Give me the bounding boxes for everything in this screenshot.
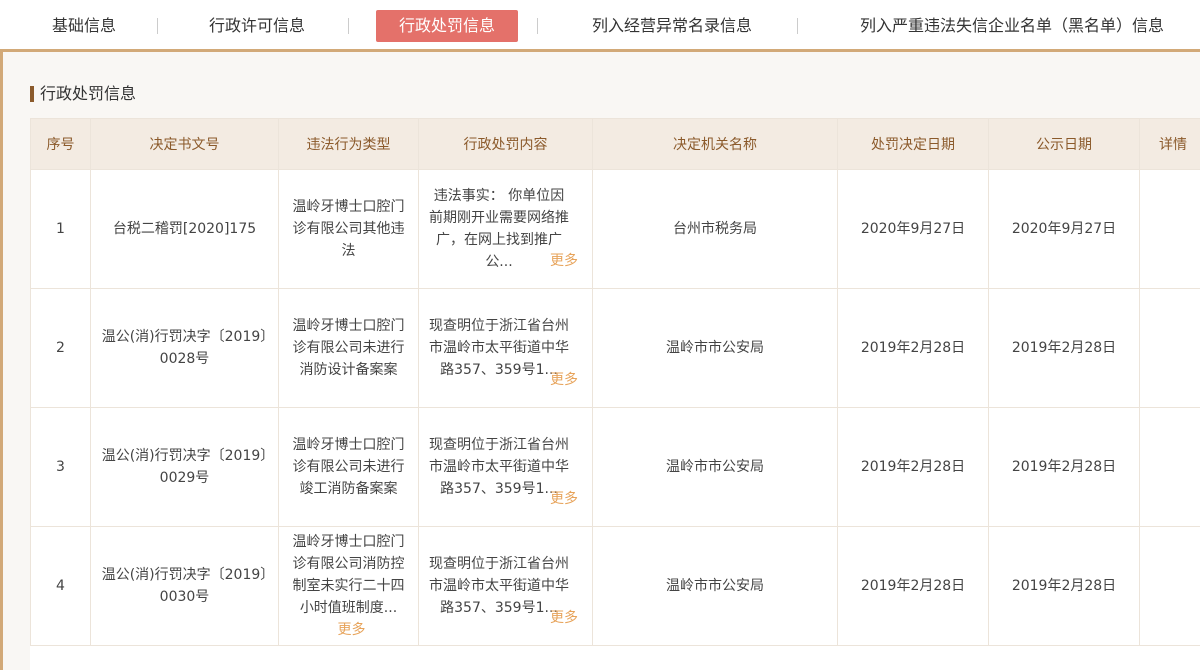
section-title: 行政处罚信息 xyxy=(30,84,136,104)
row-publish-date: 2019年2月28日 xyxy=(988,526,1140,646)
row-decision-date: 2019年2月28日 xyxy=(837,288,989,408)
more-link[interactable]: 更多 xyxy=(550,607,578,629)
tab-separator xyxy=(537,18,538,34)
row-doc-no: 温公(消)行罚决字〔2019〕0030号 xyxy=(90,526,279,646)
row-doc-no: 台税二稽罚[2020]175 xyxy=(90,169,279,289)
row-content: 现查明位于浙江省台州市温岭市太平街道中华路357、359号1... 更多 xyxy=(418,288,593,408)
row-content: 现查明位于浙江省台州市温岭市太平街道中华路357、359号1... 更多 xyxy=(418,526,593,646)
row-violation: 温岭牙博士口腔门诊有限公司其他违法 xyxy=(278,169,419,289)
table-header-row: 序号 决定书文号 违法行为类型 行政处罚内容 决定机关名称 处罚决定日期 公示日… xyxy=(30,118,1200,170)
table-row: 4 温公(消)行罚决字〔2019〕0030号 温岭牙博士口腔门诊有限公司消防控制… xyxy=(30,526,1200,646)
row-violation: 温岭牙博士口腔门诊有限公司消防控制室未实行二十四小时值班制度... 更多 xyxy=(278,526,419,646)
row-publish-date: 2019年2月28日 xyxy=(988,288,1140,408)
row-publish-date: 2020年9月27日 xyxy=(988,169,1140,289)
col-header-decision-date: 处罚决定日期 xyxy=(837,118,989,170)
row-authority: 温岭市市公安局 xyxy=(592,288,838,408)
tab-basic-info[interactable]: 基础信息 xyxy=(48,10,120,42)
tab-separator xyxy=(348,18,349,34)
col-header-content: 行政处罚内容 xyxy=(418,118,593,170)
tab-admin-license[interactable]: 行政许可信息 xyxy=(203,10,311,42)
row-content: 现查明位于浙江省台州市温岭市太平街道中华路357、359号1... 更多 xyxy=(418,407,593,527)
row-index: 1 xyxy=(30,169,91,289)
more-link[interactable]: 更多 xyxy=(338,622,366,638)
row-content-text: 现查明位于浙江省台州市温岭市太平街道中华路357、359号1... xyxy=(429,437,569,497)
row-authority: 温岭市市公安局 xyxy=(592,526,838,646)
col-header-authority: 决定机关名称 xyxy=(592,118,838,170)
more-link[interactable]: 更多 xyxy=(550,250,578,272)
row-details xyxy=(1139,169,1200,289)
row-details xyxy=(1139,288,1200,408)
row-content-text: 现查明位于浙江省台州市温岭市太平街道中华路357、359号1... xyxy=(429,556,569,616)
col-header-details: 详情 xyxy=(1139,118,1200,170)
tab-blacklist[interactable]: 列入严重违法失信企业名单（黑名单）信息 xyxy=(842,10,1182,42)
row-publish-date: 2019年2月28日 xyxy=(988,407,1140,527)
tab-abnormal-operation[interactable]: 列入经营异常名录信息 xyxy=(582,10,762,42)
col-header-index: 序号 xyxy=(30,118,91,170)
table-row: 2 温公(消)行罚决字〔2019〕0028号 温岭牙博士口腔门诊有限公司未进行消… xyxy=(30,288,1200,408)
row-details xyxy=(1139,407,1200,527)
col-header-doc-no: 决定书文号 xyxy=(90,118,279,170)
tab-bar: 基础信息 行政许可信息 行政处罚信息 列入经营异常名录信息 列入严重违法失信企业… xyxy=(0,0,1200,52)
row-details xyxy=(1139,526,1200,646)
row-violation: 温岭牙博士口腔门诊有限公司未进行竣工消防备案案 xyxy=(278,407,419,527)
row-content: 违法事实： 你单位因前期刚开业需要网络推广，在网上找到推广公... 更多 xyxy=(418,169,593,289)
table-row: 1 台税二稽罚[2020]175 温岭牙博士口腔门诊有限公司其他违法 违法事实：… xyxy=(30,169,1200,289)
tab-separator xyxy=(157,18,158,34)
row-decision-date: 2019年2月28日 xyxy=(837,407,989,527)
row-index: 2 xyxy=(30,288,91,408)
row-violation-text: 温岭牙博士口腔门诊有限公司消防控制室未实行二十四小时值班制度... xyxy=(292,534,405,616)
row-content-text: 现查明位于浙江省台州市温岭市太平街道中华路357、359号1... xyxy=(429,318,569,378)
row-decision-date: 2019年2月28日 xyxy=(837,526,989,646)
tab-separator xyxy=(797,18,798,34)
more-link[interactable]: 更多 xyxy=(550,369,578,391)
row-index: 4 xyxy=(30,526,91,646)
col-header-violation: 违法行为类型 xyxy=(278,118,419,170)
row-content-text: 违法事实： 你单位因前期刚开业需要网络推广，在网上找到推广公... xyxy=(429,188,569,270)
table-row: 3 温公(消)行罚决字〔2019〕0029号 温岭牙博士口腔门诊有限公司未进行竣… xyxy=(30,407,1200,527)
penalty-table: 序号 决定书文号 违法行为类型 行政处罚内容 决定机关名称 处罚决定日期 公示日… xyxy=(30,118,1200,670)
row-doc-no: 温公(消)行罚决字〔2019〕0029号 xyxy=(90,407,279,527)
row-doc-no: 温公(消)行罚决字〔2019〕0028号 xyxy=(90,288,279,408)
tab-admin-penalty[interactable]: 行政处罚信息 xyxy=(376,10,518,42)
row-violation: 温岭牙博士口腔门诊有限公司未进行消防设计备案案 xyxy=(278,288,419,408)
col-header-publish-date: 公示日期 xyxy=(988,118,1140,170)
more-link[interactable]: 更多 xyxy=(550,488,578,510)
row-authority: 温岭市市公安局 xyxy=(592,407,838,527)
row-index: 3 xyxy=(30,407,91,527)
row-decision-date: 2020年9月27日 xyxy=(837,169,989,289)
row-authority: 台州市税务局 xyxy=(592,169,838,289)
